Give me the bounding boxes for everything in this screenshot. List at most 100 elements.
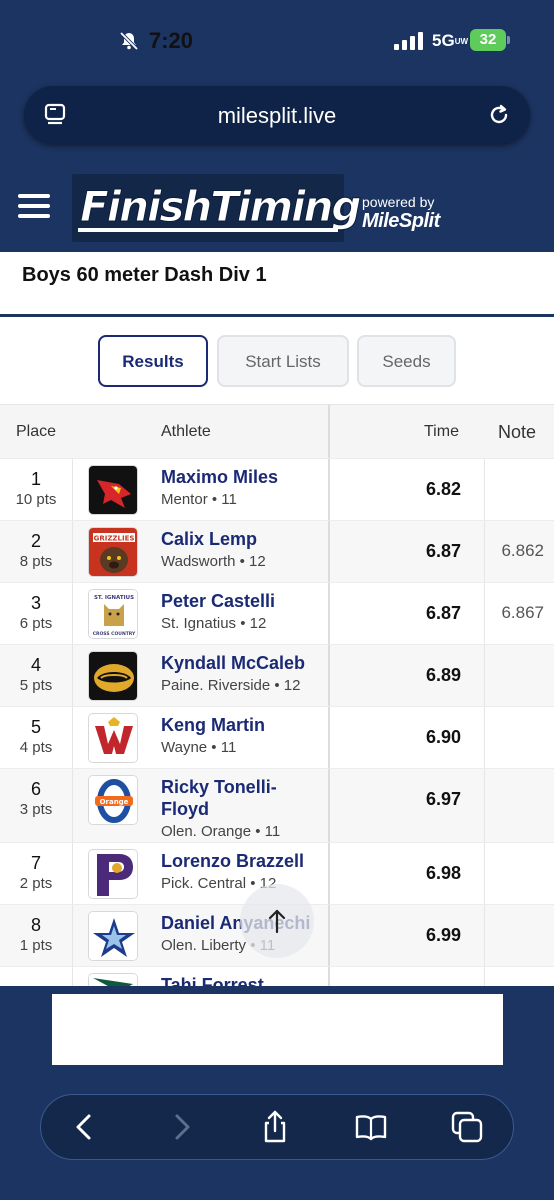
athlete-school: Mentor • 11 xyxy=(161,491,237,508)
grizzlies-logo[interactable]: GRIZZLIES xyxy=(88,527,138,577)
pick-central-p-logo[interactable] xyxy=(88,849,138,899)
powered-by-label: powered by xyxy=(362,194,435,210)
column-divider xyxy=(484,645,485,706)
back-icon[interactable] xyxy=(67,1109,103,1145)
time-value: 6.99 xyxy=(425,925,461,945)
event-title: Boys 60 meter Dash Div 1 xyxy=(22,264,267,286)
place-cell: 2 8 pts xyxy=(0,531,72,570)
status-bar: 7:20 5GUW 32 xyxy=(0,0,554,82)
scroll-to-top-button[interactable] xyxy=(240,884,314,958)
cell-signal-icon xyxy=(394,32,423,50)
place-number: 1 xyxy=(30,469,41,489)
tab-results[interactable]: Results xyxy=(98,335,208,387)
athlete-cell: Kyndall McCaleb Paine. Riverside • 12 xyxy=(161,652,321,694)
table-row[interactable]: 5 4 pts Keng Martin Wayne • 11 6.90 xyxy=(0,706,554,768)
table-row[interactable]: Tahj Forrest xyxy=(0,966,554,986)
place-points: 5 pts xyxy=(19,677,53,694)
column-divider xyxy=(484,521,485,582)
athlete-cell: Keng Martin Wayne • 11 xyxy=(161,714,321,756)
ad-banner[interactable] xyxy=(52,994,503,1065)
svg-text:GRIZZLIES: GRIZZLIES xyxy=(94,535,135,543)
arrow-up-icon xyxy=(268,909,286,934)
column-divider xyxy=(484,843,485,904)
table-row[interactable]: 2 8 pts GRIZZLIES Calix Lemp Wadsworth • 12 6… xyxy=(0,520,554,582)
column-divider xyxy=(72,967,73,986)
athlete-school: Wayne • 11 xyxy=(161,739,237,756)
place-points: 6 pts xyxy=(19,615,53,632)
cardinal-logo[interactable] xyxy=(88,465,138,515)
logo-text: FinishTiming xyxy=(79,182,361,232)
time-value: 6.97 xyxy=(425,789,461,809)
place-cell: 4 5 pts xyxy=(0,655,72,694)
battery-indicator: 32 xyxy=(470,29,506,51)
wayne-w-logo[interactable] xyxy=(88,713,138,763)
athlete-name-link[interactable]: Peter Castelli xyxy=(161,590,321,612)
place-cell: 8 1 pts xyxy=(0,915,72,954)
liberty-star-logo[interactable] xyxy=(88,911,138,961)
tabs-icon[interactable] xyxy=(449,1109,485,1145)
forward-icon[interactable] xyxy=(163,1109,199,1145)
tab-seeds[interactable]: Seeds xyxy=(357,335,456,387)
milesplit-logo[interactable]: MileSplit xyxy=(362,210,440,233)
column-divider xyxy=(72,843,73,904)
time-value: 6.87 xyxy=(425,603,461,623)
athlete-cell: Calix Lemp Wadsworth • 12 xyxy=(161,528,321,570)
panther-logo[interactable] xyxy=(88,651,138,701)
column-divider xyxy=(484,769,485,842)
orange-o-logo[interactable]: Orange xyxy=(88,775,138,825)
url-text[interactable]: milesplit.live xyxy=(24,103,530,129)
hawk-logo[interactable] xyxy=(88,973,138,986)
athlete-cell: Tahj Forrest xyxy=(161,974,321,986)
athlete-school: St. Ignatius • 12 xyxy=(161,615,267,632)
athlete-cell: Peter Castelli St. Ignatius • 12 xyxy=(161,590,321,632)
time-value: 6.89 xyxy=(425,665,461,685)
note-value: 6.867 xyxy=(501,603,544,622)
table-row[interactable]: 4 5 pts Kyndall McCaleb Paine. Riverside • … xyxy=(0,644,554,706)
hamburger-menu-icon[interactable] xyxy=(18,194,50,220)
place-points: 2 pts xyxy=(19,875,53,892)
athlete-name-link[interactable]: Ricky Tonelli-Floyd xyxy=(161,776,321,820)
share-icon[interactable] xyxy=(257,1109,293,1145)
reload-icon[interactable] xyxy=(486,102,512,128)
table-row[interactable]: 1 10 pts Maximo Miles Mentor • 11 6.82 xyxy=(0,458,554,520)
svg-text:ST. IGNATIUS: ST. IGNATIUS xyxy=(94,595,134,601)
tab-start-lists[interactable]: Start Lists xyxy=(217,335,349,387)
column-divider xyxy=(484,707,485,768)
column-divider xyxy=(484,459,485,520)
column-divider xyxy=(72,905,73,966)
place-cell: 7 2 pts xyxy=(0,853,72,892)
logo-stripe xyxy=(78,228,338,232)
column-divider xyxy=(328,967,330,986)
table-row[interactable]: 6 3 pts Orange Ricky Tonelli-Floyd Olen. Ora… xyxy=(0,768,554,842)
time-value: 6.98 xyxy=(425,863,461,883)
header-time: Time xyxy=(424,423,459,440)
finishtiming-logo[interactable]: FinishTiming xyxy=(72,174,362,242)
place-cell: 1 10 pts xyxy=(0,469,72,508)
address-bar[interactable]: milesplit.live xyxy=(24,86,530,144)
athlete-name-link[interactable]: Maximo Miles xyxy=(161,466,321,488)
athlete-name-link[interactable]: Calix Lemp xyxy=(161,528,321,550)
athlete-cell: Lorenzo Brazzell Pick. Central • 12 xyxy=(161,850,321,892)
network-type: 5GUW xyxy=(432,31,469,50)
column-divider xyxy=(72,769,73,842)
title-divider xyxy=(0,314,554,317)
page-content: Boys 60 meter Dash Div 1 Results Start L… xyxy=(0,252,554,986)
place-number: 7 xyxy=(30,853,41,873)
svg-text:Orange: Orange xyxy=(100,798,129,806)
place-number: 5 xyxy=(30,717,41,737)
view-tabs: Results Start Lists Seeds xyxy=(0,335,554,387)
athlete-name-link[interactable]: Kyndall McCaleb xyxy=(161,652,321,674)
athlete-school: Paine. Riverside • 12 xyxy=(161,677,301,694)
athlete-name-link[interactable]: Keng Martin xyxy=(161,714,321,736)
place-number: 4 xyxy=(30,655,41,675)
st-ignatius-logo[interactable]: ST. IGNATIUS CROSS COUNTRY xyxy=(88,589,138,639)
site-header: FinishTiming powered by MileSplit xyxy=(0,166,554,252)
place-points: 1 pts xyxy=(19,937,53,954)
bookmarks-icon[interactable] xyxy=(353,1109,389,1145)
table-row[interactable]: 3 6 pts ST. IGNATIUS CROSS COUNTRY Peter Cas… xyxy=(0,582,554,644)
athlete-name-link[interactable]: Tahj Forrest xyxy=(161,974,321,986)
place-cell: 6 3 pts xyxy=(0,779,72,818)
athlete-name-link[interactable]: Lorenzo Brazzell xyxy=(161,850,321,872)
column-divider xyxy=(484,905,485,966)
column-divider xyxy=(72,459,73,520)
